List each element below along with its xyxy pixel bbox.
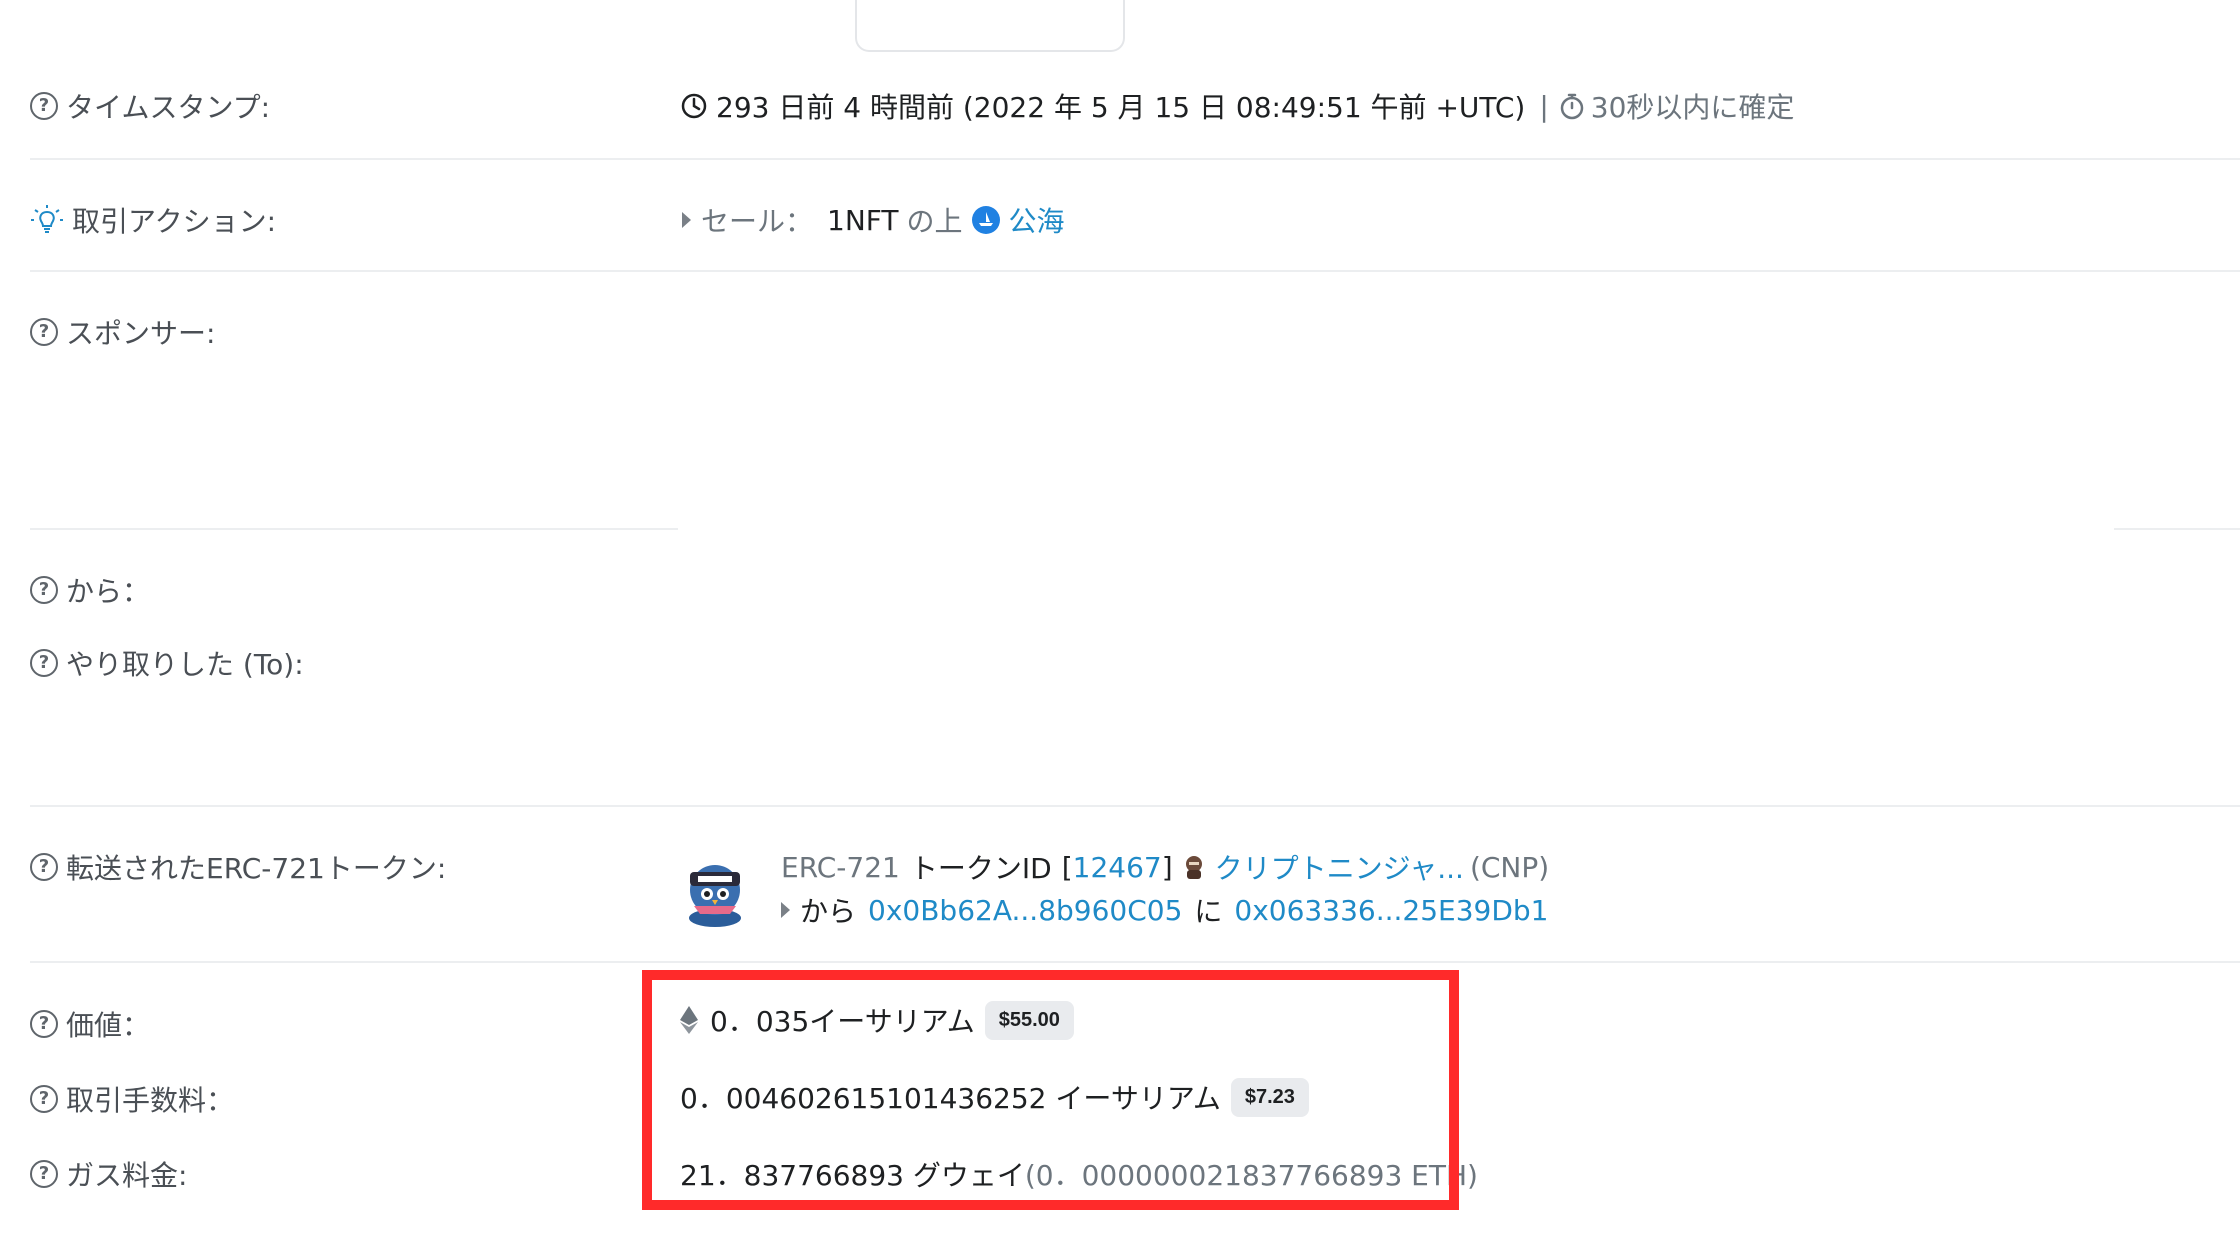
divider	[30, 270, 2240, 272]
ninja-avatar	[689, 865, 741, 927]
sponsor-label: スポンサー:	[66, 317, 216, 350]
token-id-label: トークンID	[909, 852, 1052, 885]
question-circle-icon[interactable]: ?	[30, 92, 58, 120]
collection-symbol: (CNP)	[1469, 850, 1550, 884]
from-address-link[interactable]: 0x0Bb62A...8b960C05	[868, 894, 1182, 927]
timestamp-value-row: 293 日前 4 時間前 (2022 年 5 月 15 日 08:49:51 午…	[680, 86, 1794, 126]
divider	[2114, 528, 2240, 530]
question-circle-icon[interactable]: ?	[30, 1160, 58, 1188]
timestamp-label-row: ? タイムスタンプ:	[30, 86, 270, 126]
action-mid: の上	[906, 205, 963, 238]
market-link[interactable]: 公海	[1009, 200, 1065, 240]
erc721-standard: ERC-721	[781, 850, 900, 884]
erc721-line2: から 0x0Bb62A...8b960C05 に 0x063336...25E3…	[781, 890, 1549, 930]
expand-caret-icon[interactable]	[781, 902, 790, 918]
question-circle-icon[interactable]: ?	[30, 649, 58, 677]
action-value-row: セール： 1NFT の上 公海	[682, 200, 1065, 240]
collection-icon	[1185, 856, 1202, 879]
stopwatch-icon	[1560, 93, 1584, 120]
value-label-row: ? 価値：	[30, 1004, 150, 1044]
confirm-time: 30秒以内に確定	[1590, 91, 1795, 124]
to-label-row: ? やり取りした (To):	[30, 643, 304, 683]
highlight-box	[642, 970, 1459, 1210]
action-prefix: セール：	[701, 205, 814, 238]
lightbulb-icon	[31, 205, 63, 233]
to-label: やり取りした (To):	[66, 648, 304, 681]
opensea-icon	[971, 206, 1000, 234]
gas-label: ガス料金:	[66, 1159, 188, 1192]
from-word: から	[800, 895, 857, 928]
divider	[30, 528, 678, 530]
question-circle-icon[interactable]: ?	[30, 1010, 58, 1038]
question-circle-icon[interactable]: ?	[30, 318, 58, 346]
fee-label-row: ? 取引手数料：	[30, 1079, 234, 1119]
collection-link[interactable]: クリプトニンジャ...	[1215, 847, 1464, 887]
sponsor-label-row: ? スポンサー:	[30, 312, 215, 352]
clock-icon	[681, 93, 707, 119]
gas-label-row: ? ガス料金:	[30, 1154, 187, 1194]
separator: |	[1539, 89, 1549, 123]
erc721-line1: ERC-721 トークンID [ 12467 ] クリプトニンジャ... (CN…	[781, 847, 1549, 887]
erc721-label: 転送されたERC-721トークン:	[66, 852, 447, 885]
expand-caret-icon[interactable]	[682, 212, 691, 228]
to-word: に	[1194, 895, 1223, 928]
top-tab-edge	[855, 0, 1125, 52]
value-label: 価値：	[66, 1009, 151, 1042]
from-label: から：	[66, 575, 151, 608]
bracket-open: [	[1061, 850, 1073, 884]
divider	[30, 961, 2240, 963]
token-id-link[interactable]: 12467	[1073, 851, 1162, 884]
divider	[30, 158, 2240, 160]
bracket-close: ]	[1161, 850, 1173, 884]
from-label-row: ? から：	[30, 570, 150, 610]
action-amount: 1NFT	[827, 203, 899, 237]
to-address-link[interactable]: 0x063336...25E39Db1	[1234, 894, 1548, 927]
question-circle-icon[interactable]: ?	[30, 576, 58, 604]
divider	[30, 805, 2240, 807]
action-label-row: 取引アクション:	[30, 200, 276, 240]
erc721-label-row: ? 転送されたERC-721トークン:	[30, 847, 446, 887]
question-circle-icon[interactable]: ?	[30, 853, 58, 881]
timestamp-value: 293 日前 4 時間前 (2022 年 5 月 15 日 08:49:51 午…	[716, 91, 1526, 124]
timestamp-label: タイムスタンプ:	[66, 91, 271, 124]
fee-label: 取引手数料：	[66, 1084, 235, 1117]
question-circle-icon[interactable]: ?	[30, 1085, 58, 1113]
action-label: 取引アクション:	[72, 205, 277, 238]
